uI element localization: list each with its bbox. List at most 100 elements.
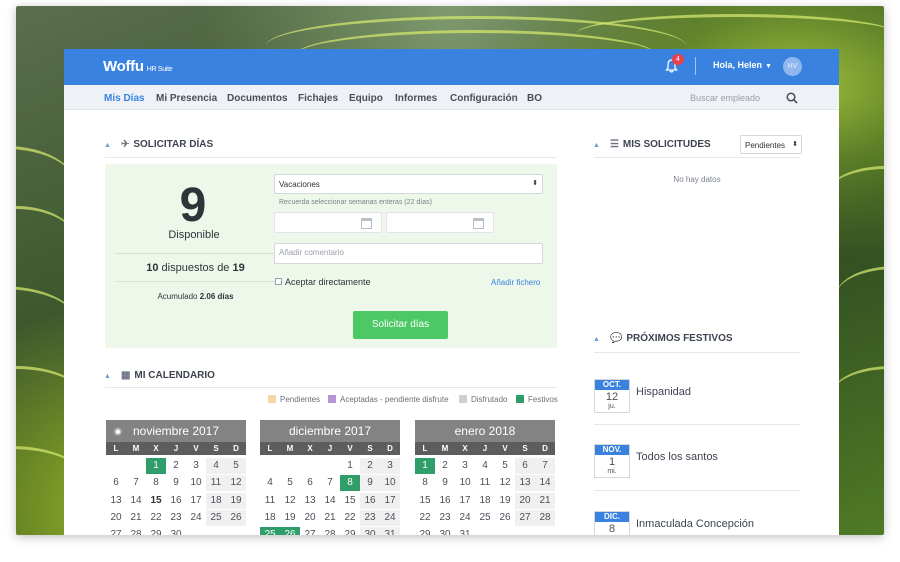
calendar-day[interactable]: 12 <box>280 493 300 509</box>
calendar-day[interactable]: 17 <box>186 493 206 509</box>
calendar-day[interactable]: 7 <box>535 458 555 474</box>
calendar-day[interactable]: 3 <box>380 458 400 474</box>
calendar-day[interactable]: 16 <box>166 493 186 509</box>
calendar-day[interactable]: 9 <box>166 475 186 491</box>
end-date-field[interactable] <box>386 212 494 233</box>
calendar-day[interactable]: 10 <box>186 475 206 491</box>
calendar-day[interactable]: 9 <box>435 475 455 491</box>
calendar-day[interactable]: 25 <box>206 509 226 526</box>
calendar-day[interactable]: 30 <box>360 527 380 535</box>
calendar-day[interactable]: 13 <box>300 493 320 509</box>
calendar-day[interactable]: 18 <box>206 492 226 509</box>
nav-fichajes[interactable]: Fichajes <box>298 93 338 104</box>
calendar-day[interactable]: 7 <box>320 475 340 491</box>
calendar-day[interactable]: 22 <box>146 510 166 526</box>
calendar-day[interactable]: 3 <box>455 458 475 474</box>
calendar-day[interactable]: 22 <box>415 510 435 526</box>
comment-field[interactable]: Añadir comentario <box>274 243 543 264</box>
nav-bo[interactable]: BO <box>527 93 542 104</box>
calendar-day[interactable]: 24 <box>186 510 206 526</box>
calendar-day[interactable]: 12 <box>226 475 246 492</box>
calendar-day[interactable]: 2 <box>360 458 380 474</box>
calendar-day[interactable]: 19 <box>226 492 246 509</box>
calendar-day[interactable]: 19 <box>280 510 300 526</box>
calendar-day[interactable]: 26 <box>226 509 246 526</box>
calendar-day[interactable]: 23 <box>360 509 380 526</box>
calendar-day[interactable]: 28 <box>320 527 340 535</box>
calendar-day[interactable]: 8 <box>146 475 166 491</box>
calendar-day[interactable]: 5 <box>495 458 515 474</box>
calendar-day[interactable]: 30 <box>166 527 186 535</box>
add-file-link[interactable]: Añadir fichero <box>491 278 540 287</box>
calendar-day[interactable]: 20 <box>300 510 320 526</box>
avatar[interactable]: HV <box>783 57 802 76</box>
calendar-day[interactable]: 17 <box>380 492 400 509</box>
calendar-day[interactable]: 2 <box>166 458 186 474</box>
section-holidays-header[interactable]: ▲ 💬 PRÓXIMOS FESTIVOS <box>593 333 733 344</box>
calendar-day[interactable]: 31 <box>455 527 475 535</box>
calendar-day[interactable]: 15 <box>415 493 435 509</box>
collapse-icon[interactable]: ▲ <box>593 336 600 343</box>
calendar-day[interactable]: 26 <box>280 527 300 535</box>
calendar-day[interactable]: 21 <box>535 492 555 509</box>
calendar-day[interactable]: 31 <box>380 527 400 535</box>
calendar-day[interactable]: 5 <box>226 458 246 474</box>
calendar-day[interactable]: 25 <box>475 510 495 526</box>
nav-mis-dias[interactable]: Mis Días <box>104 93 145 104</box>
collapse-icon[interactable]: ▲ <box>593 142 600 149</box>
calendar-day[interactable]: 29 <box>415 527 435 535</box>
calendar-day[interactable]: 4 <box>206 458 226 474</box>
calendar-day[interactable]: 27 <box>300 527 320 535</box>
calendar-day[interactable]: 30 <box>435 527 455 535</box>
calendar-day[interactable]: 11 <box>206 475 226 492</box>
calendar-day[interactable]: 4 <box>260 475 280 491</box>
collapse-icon[interactable]: ▲ <box>104 373 111 380</box>
calendar-day[interactable]: 24 <box>380 509 400 526</box>
nav-documentos[interactable]: Documentos <box>227 93 288 104</box>
calendar-day[interactable]: 1 <box>146 458 166 474</box>
calendar-day[interactable]: 29 <box>146 527 166 535</box>
calendar-day[interactable]: 15 <box>146 493 166 509</box>
calendar-day[interactable]: 27 <box>515 509 535 526</box>
calendar-day[interactable]: 8 <box>340 475 360 492</box>
calendar-day[interactable]: 2 <box>435 458 455 474</box>
calendar-day[interactable]: 20 <box>106 510 126 526</box>
calendar-day[interactable]: 19 <box>495 493 515 509</box>
prev-month-icon[interactable]: ◉ <box>114 420 122 442</box>
request-days-button[interactable]: Solicitar días <box>353 311 448 339</box>
calendar-day[interactable]: 1 <box>340 458 360 474</box>
calendar-day[interactable]: 10 <box>380 475 400 492</box>
start-date-field[interactable] <box>274 212 382 233</box>
calendar-day[interactable]: 16 <box>360 492 380 509</box>
calendar-day[interactable]: 11 <box>260 493 280 509</box>
calendar-icon[interactable] <box>361 218 372 229</box>
calendar-day[interactable]: 4 <box>475 458 495 474</box>
calendar-day[interactable]: 6 <box>515 458 535 474</box>
calendar-day[interactable]: 23 <box>166 510 186 526</box>
calendar-day[interactable]: 21 <box>126 510 146 526</box>
calendar-day[interactable]: 18 <box>260 510 280 526</box>
employee-search-input[interactable]: Buscar empleado <box>690 93 760 103</box>
calendar-day[interactable]: 27 <box>106 527 126 535</box>
calendar-day[interactable]: 10 <box>455 475 475 491</box>
calendar-day[interactable]: 13 <box>106 493 126 509</box>
collapse-icon[interactable]: ▲ <box>104 142 111 149</box>
calendar-day[interactable]: 7 <box>126 475 146 491</box>
nav-equipo[interactable]: Equipo <box>349 93 383 104</box>
section-requests-header[interactable]: ▲ ☰ MIS SOLICITUDES <box>593 139 711 150</box>
calendar-day[interactable]: 18 <box>475 493 495 509</box>
calendar-day[interactable]: 22 <box>340 510 360 526</box>
calendar-day[interactable]: 28 <box>535 509 555 526</box>
calendar-day[interactable]: 20 <box>515 492 535 509</box>
calendar-day[interactable]: 16 <box>435 493 455 509</box>
calendar-day[interactable]: 12 <box>495 475 515 491</box>
calendar-day[interactable]: 13 <box>515 475 535 492</box>
calendar-day[interactable]: 29 <box>340 527 360 535</box>
calendar-day[interactable]: 28 <box>126 527 146 535</box>
calendar-day[interactable]: 14 <box>320 493 340 509</box>
section-solicitar-header[interactable]: ▲ ✈ SOLICITAR DÍAS <box>104 139 213 150</box>
calendar-day[interactable]: 14 <box>126 493 146 509</box>
calendar-day[interactable]: 25 <box>260 527 280 535</box>
calendar-day[interactable]: 8 <box>415 475 435 491</box>
calendar-day[interactable]: 23 <box>435 510 455 526</box>
